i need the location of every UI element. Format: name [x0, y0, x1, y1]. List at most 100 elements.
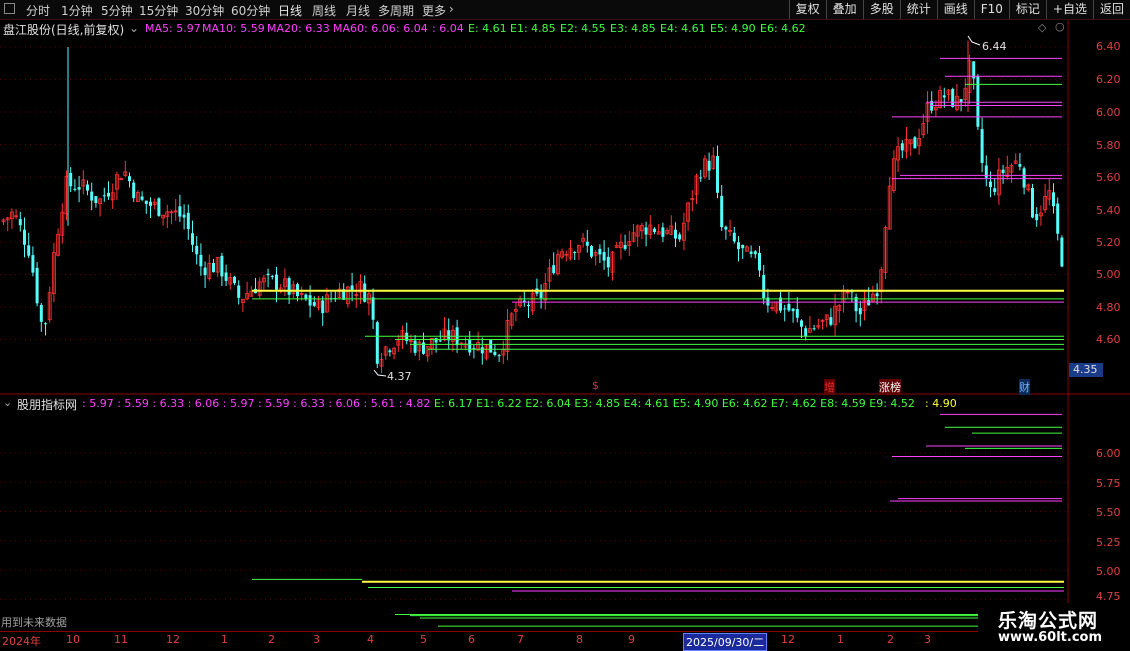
- ma10-value: MA10: 5.59: [202, 22, 265, 35]
- tf-weekly[interactable]: 周线: [312, 2, 336, 19]
- chart-title: 盘江股份(日线,前复权): [3, 23, 125, 37]
- toolbar: 分时 1分钟 5分钟 15分钟 30分钟 60分钟 日线 周线 月线 多周期 更…: [0, 0, 1130, 20]
- candle-body: [69, 172, 73, 187]
- candle-body: [1056, 203, 1060, 234]
- extra-value-2: : 6.04: [432, 22, 464, 35]
- candle-body: [102, 195, 106, 197]
- price-label: 6.00: [1096, 106, 1121, 119]
- mark-button[interactable]: 标记: [1008, 0, 1046, 19]
- candle-body: [178, 206, 182, 217]
- candle-body: [653, 228, 656, 232]
- candle-body: [107, 192, 110, 197]
- window-icon[interactable]: [4, 3, 15, 14]
- price-label: 6.40: [1096, 40, 1121, 53]
- tf-5min[interactable]: 5分钟: [101, 2, 133, 19]
- future-data-note: 用到未来数据: [1, 616, 67, 629]
- tf-multi[interactable]: 多周期: [378, 2, 414, 19]
- indicator-yellow-value: : 4.90: [925, 397, 957, 410]
- time-tick: 12: [166, 633, 180, 646]
- tf-1min[interactable]: 1分钟: [61, 2, 93, 19]
- low-annotation: 4.37: [387, 370, 412, 383]
- candle-body: [308, 295, 312, 306]
- candle-body: [44, 323, 47, 325]
- candle-body: [1060, 237, 1064, 267]
- indicator-collapse-icon[interactable]: ⌄: [3, 396, 12, 409]
- e3-value: E3: 4.85: [610, 22, 656, 35]
- indicator-green-values: E: 6.17 E1: 6.22 E2: 6.04 E3: 4.85 E4: 4…: [434, 397, 915, 410]
- chart-area[interactable]: [0, 20, 1130, 631]
- candle-body: [724, 226, 728, 230]
- candle-body: [913, 137, 917, 149]
- stats-button[interactable]: 统计: [899, 0, 937, 19]
- high-arrow-icon: [967, 35, 981, 46]
- candle-body: [199, 254, 203, 267]
- price-label: 5.20: [1096, 236, 1121, 249]
- extreme-markers: [373, 35, 981, 377]
- candle-body: [1001, 169, 1005, 174]
- candle-body: [942, 95, 946, 98]
- tf-more[interactable]: 更多: [422, 2, 446, 19]
- candle-body: [39, 304, 43, 322]
- event-marker-finance[interactable]: 财: [1019, 379, 1030, 395]
- candle-body: [73, 188, 77, 190]
- candle-body: [795, 309, 799, 318]
- candle-body: [720, 195, 724, 228]
- candle-body: [1035, 214, 1039, 221]
- ma20-value: MA20: 6.33: [267, 22, 330, 35]
- tf-daily[interactable]: 日线: [278, 2, 302, 19]
- back-button[interactable]: 返回: [1092, 0, 1130, 19]
- candle-body: [858, 308, 862, 315]
- candle-body: [900, 143, 904, 151]
- candle-body: [77, 187, 81, 190]
- candle-body: [980, 129, 984, 163]
- overlay-button[interactable]: 叠加: [825, 0, 863, 19]
- draw-line-button[interactable]: 画线: [936, 0, 974, 19]
- time-tick: 10: [66, 633, 80, 646]
- candle-body: [678, 234, 682, 240]
- indicator-label: 6.00: [1096, 447, 1121, 460]
- f10-button[interactable]: F10: [973, 0, 1009, 19]
- candle-body: [699, 177, 703, 179]
- event-marker-top-gainers[interactable]: 涨榜: [879, 379, 901, 395]
- candle-body: [233, 276, 236, 284]
- collapse-chevron-icon[interactable]: ⌄: [129, 21, 139, 35]
- e2-value: E2: 4.55: [560, 22, 606, 35]
- diamond-icon[interactable]: ◇: [1038, 21, 1046, 34]
- close-panel-icon[interactable]: ○: [1055, 20, 1065, 33]
- candle-body: [829, 317, 833, 325]
- candle-body: [195, 245, 199, 255]
- tf-60min[interactable]: 60分钟: [231, 2, 270, 19]
- time-axis: 2024年 10 11 12 1 2 3 4 5 6 7 8 9 2025/09…: [0, 631, 1070, 651]
- candle-body: [1018, 164, 1022, 167]
- event-marker-increase[interactable]: 增: [824, 379, 835, 395]
- candle-body: [388, 350, 392, 353]
- candle-body: [224, 272, 228, 281]
- time-tick: 5: [420, 633, 427, 646]
- candle-body: [86, 184, 89, 191]
- fuquan-button[interactable]: 复权: [788, 0, 826, 19]
- price-label: 5.40: [1096, 204, 1121, 217]
- candle-body: [527, 304, 530, 307]
- candle-body: [266, 273, 270, 276]
- multi-stock-button[interactable]: 多股: [862, 0, 900, 19]
- candle-body: [585, 241, 589, 246]
- time-tick: 2: [887, 633, 894, 646]
- indicator-label: 4.75: [1096, 590, 1121, 603]
- tf-15min[interactable]: 15分钟: [139, 2, 178, 19]
- event-marker-dividend[interactable]: $: [592, 379, 599, 392]
- indicator-label: 5.75: [1096, 477, 1121, 490]
- candle-body: [741, 244, 745, 249]
- candle-body: [497, 355, 501, 357]
- candle-body: [732, 232, 736, 242]
- e4-value: E4: 4.61: [660, 22, 706, 35]
- time-tick: 3: [313, 633, 320, 646]
- tf-monthly[interactable]: 月线: [346, 2, 370, 19]
- candle-body: [598, 248, 602, 255]
- add-watchlist-button[interactable]: +自选: [1045, 0, 1093, 19]
- candle-body: [984, 165, 988, 178]
- more-chevron-icon[interactable]: ›: [449, 2, 454, 16]
- e-value: E: 4.61: [468, 22, 507, 35]
- tf-30min[interactable]: 30分钟: [185, 2, 224, 19]
- candle-body: [413, 340, 417, 353]
- tf-fenshi[interactable]: 分时: [26, 2, 50, 19]
